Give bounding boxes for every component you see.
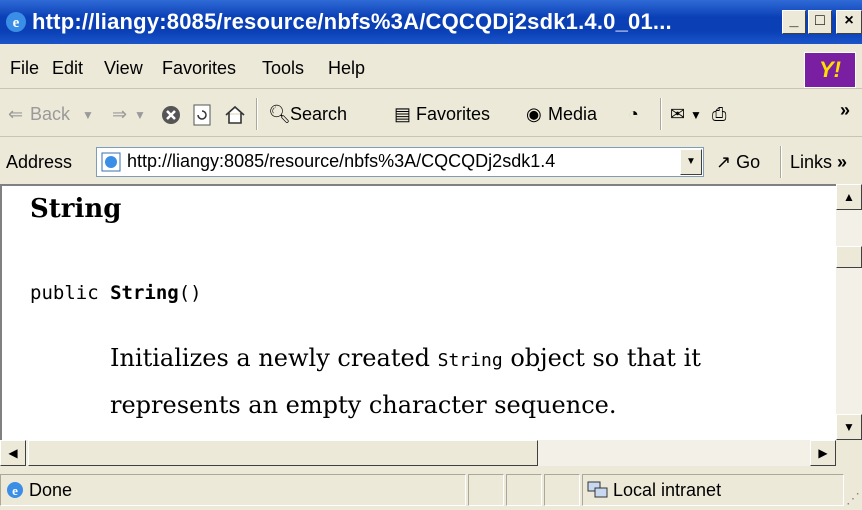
links-label: Links [790, 152, 833, 172]
standard-toolbar: ⇐ Back ▼ ⇒ ▼ 🔍︎ Search ▤ Favorites ◉ Med… [0, 92, 862, 137]
menu-bar: File Edit View Favorites Tools Help Y! [0, 48, 862, 89]
window-title: http://liangy:8085/resource/nbfs%3A/CQCQ… [32, 9, 672, 34]
description-text: Initializes a newly created [110, 344, 438, 372]
menu-view[interactable]: View [104, 58, 143, 79]
toolbar-more-icon[interactable]: » [840, 100, 850, 121]
menu-favorites[interactable]: Favorites [162, 58, 236, 79]
vertical-scrollbar[interactable]: ▲ ▼ [836, 184, 862, 440]
menu-help[interactable]: Help [328, 58, 365, 79]
search-icon: 🔍︎ [268, 104, 291, 124]
scroll-up-icon[interactable]: ▲ [836, 184, 862, 210]
page-content: String public String() Initializes a new… [0, 184, 836, 440]
scroll-right-icon[interactable]: ▶ [810, 440, 836, 466]
mail-dropdown-icon[interactable]: ▼ [690, 108, 702, 122]
status-panel [468, 474, 504, 506]
toolbar-separator [660, 98, 662, 130]
page-icon [101, 152, 121, 172]
home-icon[interactable] [224, 104, 246, 126]
links-button[interactable]: Links » [790, 152, 847, 173]
signature-modifier: public [30, 282, 111, 304]
links-more-icon: » [837, 152, 848, 172]
history-icon[interactable]: ◔ [628, 104, 639, 125]
toolbar-separator [256, 98, 258, 130]
method-signature: public String() [30, 282, 202, 304]
intranet-icon [587, 481, 608, 498]
status-main: e Done [0, 474, 466, 506]
ie-icon: e [7, 482, 23, 498]
forward-button[interactable]: ⇒ [112, 104, 127, 125]
back-button[interactable]: Back [30, 104, 70, 125]
search-button[interactable]: Search [290, 104, 347, 125]
status-text: Done [29, 480, 73, 500]
vertical-scroll-thumb[interactable] [836, 246, 862, 268]
scroll-left-icon[interactable]: ◀ [0, 440, 26, 466]
title-bar: e http://liangy:8085/resource/nbfs%3A/CQ… [0, 0, 862, 44]
address-bar: Address http://liangy:8085/resource/nbfs… [0, 140, 862, 184]
horizontal-scrollbar[interactable]: ◀ ▶ [0, 440, 836, 466]
favorites-icon: ▤ [394, 104, 412, 124]
status-zone: Local intranet [582, 474, 844, 506]
menu-edit[interactable]: Edit [52, 58, 83, 79]
page-heading: String [30, 194, 122, 224]
stop-icon[interactable] [160, 104, 182, 126]
back-dropdown-icon[interactable]: ▼ [82, 108, 94, 122]
signature-parens: () [178, 282, 202, 304]
refresh-icon[interactable] [192, 104, 212, 126]
toolbar-separator [780, 146, 782, 178]
zone-text: Local intranet [613, 480, 722, 500]
address-field[interactable]: http://liangy:8085/resource/nbfs%3A/CQCQ… [96, 147, 704, 177]
yahoo-icon[interactable]: Y! [804, 52, 856, 88]
media-icon: ◉ [526, 104, 542, 124]
go-label: Go [736, 152, 761, 172]
print-icon[interactable]: ⎙ [712, 104, 726, 125]
signature-name: String [110, 282, 179, 304]
method-description: Initializes a newly created String objec… [110, 336, 810, 427]
svg-text:e: e [12, 483, 18, 498]
svg-text:e: e [13, 15, 20, 31]
horizontal-scroll-thumb[interactable] [28, 440, 538, 466]
close-button[interactable]: × [836, 10, 862, 34]
status-panel [506, 474, 542, 506]
forward-dropdown-icon[interactable]: ▼ [134, 108, 146, 122]
go-button[interactable]: ↗ Go [716, 152, 760, 173]
go-arrow-icon: ↗ [716, 152, 732, 172]
media-button[interactable]: Media [548, 104, 597, 125]
menu-file[interactable]: File [10, 58, 39, 79]
favorites-button[interactable]: Favorites [416, 104, 490, 125]
mail-icon[interactable]: ✉ [670, 104, 685, 125]
scroll-down-icon[interactable]: ▼ [836, 414, 862, 440]
address-url[interactable]: http://liangy:8085/resource/nbfs%3A/CQCQ… [127, 151, 675, 172]
address-dropdown-icon[interactable]: ▼ [680, 149, 702, 175]
description-code: String [437, 350, 503, 371]
back-arrow-icon: ⇐ [8, 104, 24, 124]
menu-tools[interactable]: Tools [262, 58, 304, 79]
status-panel [544, 474, 580, 506]
scrollbar-corner [836, 440, 862, 466]
minimize-button[interactable]: _ [782, 10, 806, 34]
address-label: Address [6, 152, 73, 172]
maximize-button[interactable]: □ [808, 10, 832, 34]
resize-grip-icon[interactable]: ⋰ [846, 490, 860, 507]
status-bar: e Done Local intranet ⋰ [0, 470, 862, 510]
ie-icon: e [6, 12, 26, 32]
